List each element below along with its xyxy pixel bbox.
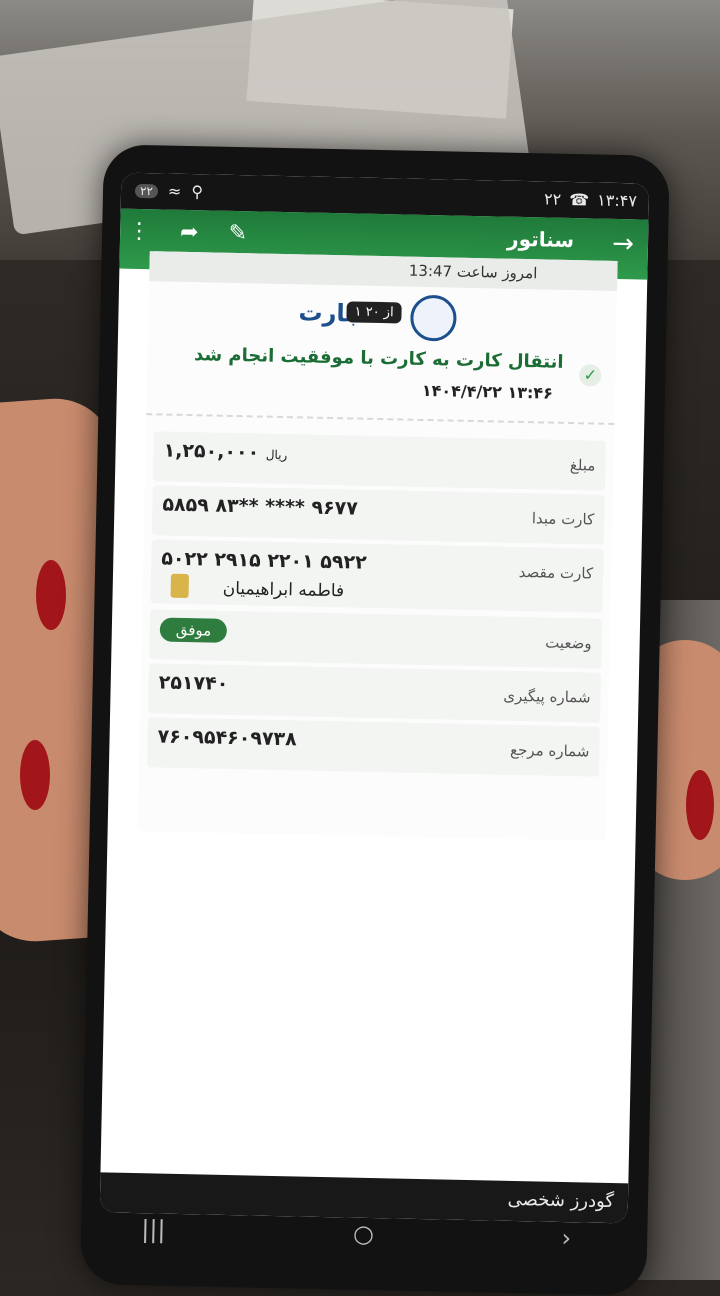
divider bbox=[146, 413, 615, 425]
phone-screen: ۲۲ ≈ ⚲ ۲۲ ☎ ۱۳:۴۷ ⋮ ➦ ✎ سناتور → امروز س… bbox=[99, 172, 650, 1224]
row-amount: ۱,۲۵۰,۰۰۰ ریال مبلغ bbox=[152, 431, 606, 491]
amount-number: ۱,۲۵۰,۰۰۰ bbox=[163, 439, 260, 464]
row-tracking: ۲۵۱۷۴۰ شماره پیگیری bbox=[148, 663, 602, 723]
receipt-card: امروز ساعت 13:47 تجارت ۱ از ۲۰ انتقال کا… bbox=[137, 251, 618, 841]
sim-badge: ۲۲ bbox=[134, 183, 159, 198]
dest-card-owner: فاطمه ابراهیمیان bbox=[222, 578, 345, 602]
bank-seal-icon bbox=[409, 294, 457, 342]
row-reference: ۷۶۰۹۵۴۶۰۹۷۳۸ شماره مرجع bbox=[146, 717, 600, 777]
dest-card-value: ۵۰۲۲ ۲۹۱۵ ۲۲۰۱ ۵۹۲۲ bbox=[161, 547, 367, 574]
header-label: امروز ساعت 13:47 bbox=[408, 261, 538, 283]
recent-apps-icon[interactable]: ||| bbox=[141, 1215, 166, 1265]
status-badge: موفق bbox=[159, 617, 228, 643]
notif-count: ۲۲ bbox=[543, 189, 562, 209]
chat-title: سناتور bbox=[506, 226, 575, 253]
reference-value: ۷۶۰۹۵۴۶۰۹۷۳۸ bbox=[157, 725, 297, 751]
page-badge: ۱ از ۲۰ bbox=[346, 301, 402, 324]
success-message: انتقال کارت به کارت با موفقیت انجام شد bbox=[193, 344, 564, 373]
nail bbox=[36, 560, 66, 630]
row-dest-card: ۵۰۲۲ ۲۹۱۵ ۲۲۰۱ ۵۹۲۲ فاطمه ابراهیمیان کار… bbox=[150, 539, 604, 613]
check-icon: ✓ bbox=[579, 364, 602, 387]
whatsapp-icon: ☎ bbox=[569, 189, 590, 210]
transaction-datetime: ۱۴۰۴/۴/۲۲ ۱۳:۴۶ bbox=[421, 380, 554, 403]
reference-label: شماره مرجع bbox=[509, 740, 590, 761]
key-icon: ⚲ bbox=[191, 182, 204, 202]
source-card-label: کارت مبدا bbox=[531, 509, 595, 529]
tracking-label: شماره پیگیری bbox=[503, 686, 591, 707]
dest-card-label: کارت مقصد bbox=[518, 562, 594, 583]
row-status: موفق وضعیت bbox=[149, 609, 603, 669]
nail bbox=[20, 740, 50, 810]
source-card-value: ۵۸۵۹ ۸۳** **** ۹۶۷۷ bbox=[162, 493, 359, 520]
bank-logo: تجارت ۱ از ۲۰ bbox=[298, 292, 459, 342]
share-icon[interactable]: ➦ bbox=[180, 220, 199, 245]
nail bbox=[686, 770, 714, 840]
tracking-value: ۲۵۱۷۴۰ bbox=[158, 671, 229, 695]
phone: ۲۲ ≈ ⚲ ۲۲ ☎ ۱۳:۴۷ ⋮ ➦ ✎ سناتور → امروز س… bbox=[80, 144, 670, 1296]
bank-icon bbox=[170, 573, 190, 599]
sender-name: گودرز شخصی bbox=[507, 1188, 615, 1213]
status-label: وضعیت bbox=[544, 633, 592, 653]
brush-icon[interactable]: ✎ bbox=[228, 221, 247, 246]
back-icon[interactable]: › bbox=[561, 1224, 571, 1274]
wifi-icon: ≈ bbox=[167, 181, 182, 201]
clock-time: ۱۳:۴۷ bbox=[596, 190, 638, 211]
amount-label: مبلغ bbox=[569, 456, 596, 475]
home-icon[interactable]: ○ bbox=[352, 1220, 375, 1270]
amount-value: ۱,۲۵۰,۰۰۰ ریال bbox=[163, 440, 287, 465]
nav-bar: ||| ○ › bbox=[141, 1215, 572, 1274]
amount-unit: ریال bbox=[265, 447, 288, 463]
row-source-card: ۵۸۵۹ ۸۳** **** ۹۶۷۷ کارت مبدا bbox=[151, 485, 605, 545]
arrow-right-icon[interactable]: → bbox=[612, 229, 634, 259]
more-vert-icon[interactable]: ⋮ bbox=[128, 219, 151, 244]
